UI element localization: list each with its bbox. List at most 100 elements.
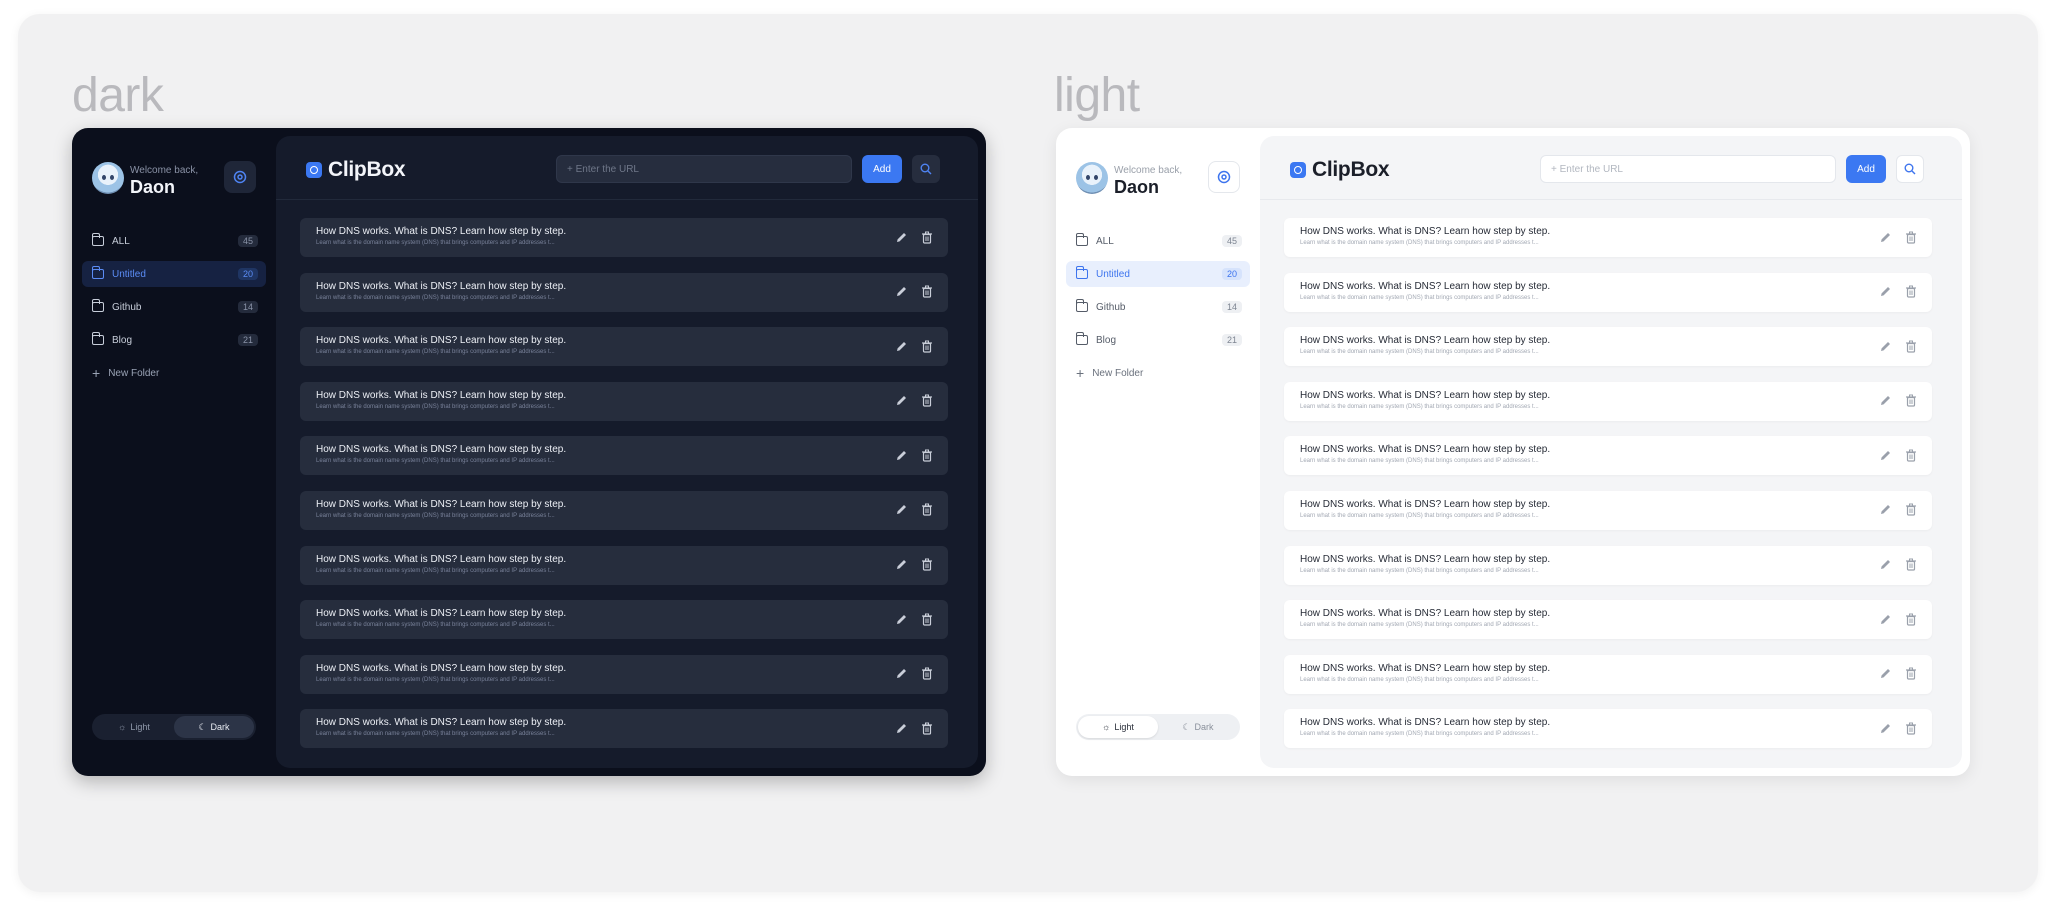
list-item[interactable]: How DNS works. What is DNS? Learn how st… [300,327,948,367]
list-item[interactable]: How DNS works. What is DNS? Learn how st… [1284,709,1932,749]
delete-button[interactable] [920,394,934,408]
search-button[interactable] [912,155,940,183]
list-item[interactable]: How DNS works. What is DNS? Learn how st… [1284,545,1932,585]
delete-button[interactable] [1904,558,1918,572]
trash-icon [1906,558,1916,571]
delete-button[interactable] [920,721,934,735]
dark-mode-option[interactable]: ☾ Dark [1158,716,1238,738]
edit-button[interactable] [1878,394,1892,408]
folder-item-github[interactable]: Github 14 [1066,294,1250,320]
folder-item-untitled[interactable]: Untitled 20 [1066,261,1250,287]
edit-button[interactable] [894,503,908,517]
add-button[interactable]: Add [1846,155,1886,183]
delete-button[interactable] [1904,339,1918,353]
list-item[interactable]: How DNS works. What is DNS? Learn how st… [300,654,948,694]
delete-button[interactable] [1904,448,1918,462]
folder-item-untitled[interactable]: Untitled 20 [82,261,266,287]
theme-toggle: ☼ Light ☾ Dark [92,714,256,740]
edit-button[interactable] [1878,721,1892,735]
edit-button[interactable] [894,285,908,299]
pencil-icon [1880,287,1890,297]
dark-mode-option[interactable]: ☾ Dark [174,716,254,738]
edit-button[interactable] [894,230,908,244]
settings-button[interactable] [224,161,256,193]
item-description: Learn what is the domain name system (DN… [1300,403,1539,410]
item-actions [894,448,934,462]
list-item[interactable]: How DNS works. What is DNS? Learn how st… [1284,654,1932,694]
delete-button[interactable] [1904,667,1918,681]
welcome-text: Welcome back, [130,165,199,176]
edit-button[interactable] [1878,667,1892,681]
folder-item-all[interactable]: ALL 45 [82,228,266,254]
edit-button[interactable] [1878,339,1892,353]
list-item[interactable]: How DNS works. What is DNS? Learn how st… [1284,327,1932,367]
list-item[interactable]: How DNS works. What is DNS? Learn how st… [300,381,948,421]
list-item[interactable]: How DNS works. What is DNS? Learn how st… [1284,436,1932,476]
trash-icon [922,613,932,626]
new-folder-button[interactable]: + New Folder [1066,360,1250,386]
folder-item-blog[interactable]: Blog 21 [82,327,266,353]
search-button[interactable] [1896,155,1924,183]
light-mode-option[interactable]: ☼ Light [94,716,174,738]
delete-button[interactable] [1904,394,1918,408]
theme-toggle: ☼ Light ☾ Dark [1076,714,1240,740]
edit-button[interactable] [894,721,908,735]
delete-button[interactable] [1904,721,1918,735]
list-item[interactable]: How DNS works. What is DNS? Learn how st… [300,709,948,749]
list-item[interactable]: How DNS works. What is DNS? Learn how st… [300,272,948,312]
trash-icon [922,340,932,353]
delete-button[interactable] [920,558,934,572]
edit-button[interactable] [1878,612,1892,626]
list-item[interactable]: How DNS works. What is DNS? Learn how st… [1284,600,1932,640]
url-input[interactable] [556,155,852,183]
edit-button[interactable] [894,612,908,626]
edit-button[interactable] [894,448,908,462]
list-item[interactable]: How DNS works. What is DNS? Learn how st… [1284,218,1932,257]
edit-button[interactable] [1878,448,1892,462]
gear-icon [233,170,247,184]
clip-list: How DNS works. What is DNS? Learn how st… [1284,218,1932,764]
edit-button[interactable] [894,667,908,681]
list-item[interactable]: How DNS works. What is DNS? Learn how st… [1284,381,1932,421]
delete-button[interactable] [920,503,934,517]
edit-button[interactable] [894,558,908,572]
delete-button[interactable] [1904,503,1918,517]
list-item[interactable]: How DNS works. What is DNS? Learn how st… [1284,490,1932,530]
folder-icon [91,299,104,312]
folder-item-blog[interactable]: Blog 21 [1066,327,1250,353]
list-item[interactable]: How DNS works. What is DNS? Learn how st… [1284,272,1932,312]
logo-icon [1290,162,1306,178]
list-item[interactable]: How DNS works. What is DNS? Learn how st… [300,600,948,640]
list-item[interactable]: How DNS works. What is DNS? Learn how st… [300,545,948,585]
folder-item-all[interactable]: ALL 45 [1066,228,1250,254]
delete-button[interactable] [920,667,934,681]
edit-button[interactable] [1878,285,1892,299]
delete-button[interactable] [1904,285,1918,299]
folder-label: Untitled [1096,268,1130,280]
edit-button[interactable] [1878,230,1892,244]
delete-button[interactable] [1904,230,1918,244]
folder-item-github[interactable]: Github 14 [82,294,266,320]
edit-button[interactable] [894,394,908,408]
delete-button[interactable] [920,339,934,353]
url-input[interactable] [1540,155,1836,183]
list-item[interactable]: How DNS works. What is DNS? Learn how st… [300,218,948,257]
new-folder-button[interactable]: + New Folder [82,360,266,386]
delete-button[interactable] [920,612,934,626]
delete-button[interactable] [1904,612,1918,626]
logo-text: ClipBox [328,158,406,181]
delete-button[interactable] [920,448,934,462]
item-title: How DNS works. What is DNS? Learn how st… [1300,553,1551,565]
edit-button[interactable] [1878,558,1892,572]
delete-button[interactable] [920,230,934,244]
add-button[interactable]: Add [862,155,902,183]
delete-button[interactable] [920,285,934,299]
list-item[interactable]: How DNS works. What is DNS? Learn how st… [300,436,948,476]
edit-button[interactable] [894,339,908,353]
settings-button[interactable] [1208,161,1240,193]
main-panel: ClipBox Add How DNS works. What is DNS? … [1260,136,1962,768]
edit-button[interactable] [1878,503,1892,517]
light-mode-option[interactable]: ☼ Light [1078,716,1158,738]
item-title: How DNS works. What is DNS? Learn how st… [316,717,567,729]
list-item[interactable]: How DNS works. What is DNS? Learn how st… [300,490,948,530]
